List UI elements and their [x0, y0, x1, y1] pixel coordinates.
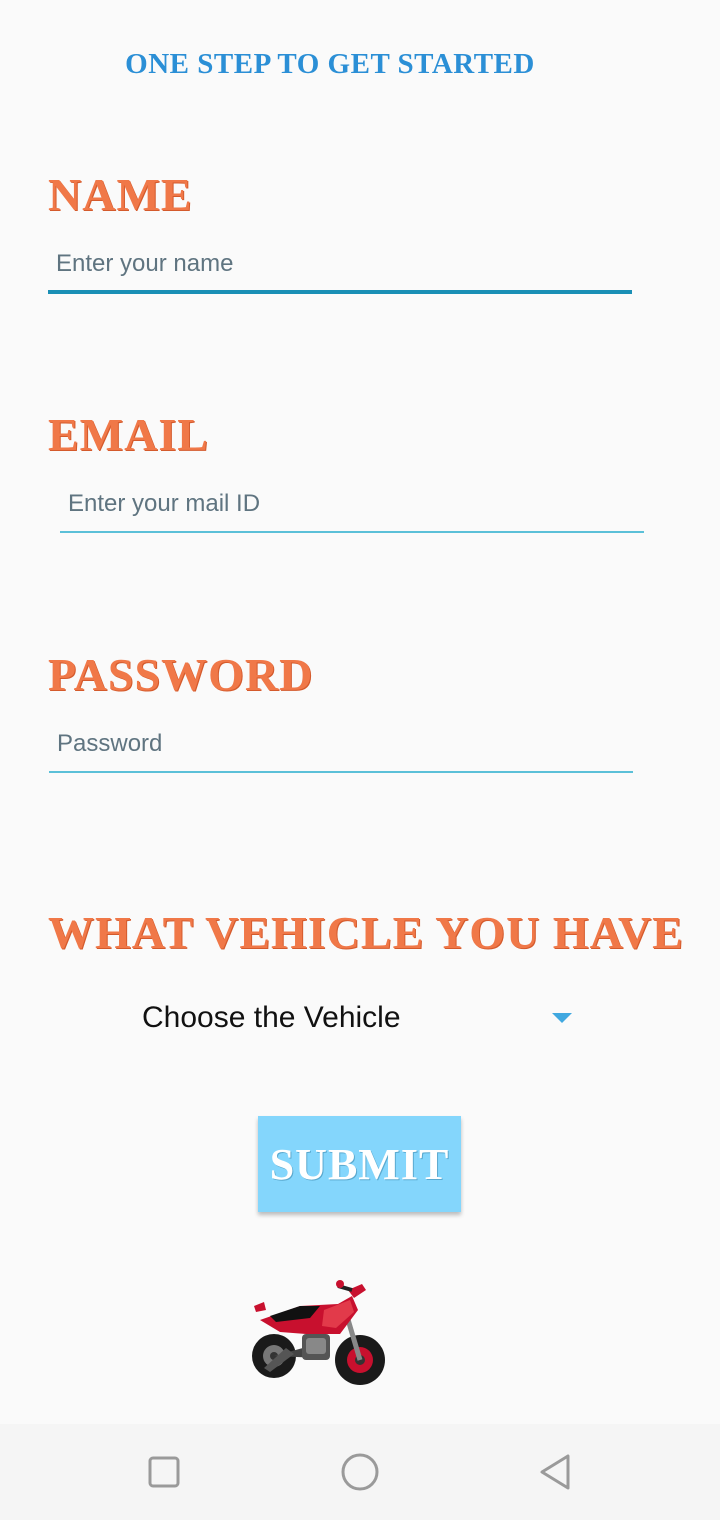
- submit-button[interactable]: SUBMIT: [258, 1116, 461, 1212]
- system-navigation-bar: [0, 1424, 720, 1520]
- email-label: Email: [48, 409, 209, 460]
- motorcycle-icon: [252, 1280, 385, 1385]
- email-input[interactable]: [60, 477, 644, 533]
- caret-down-icon: [552, 1013, 572, 1023]
- name-input[interactable]: [48, 238, 632, 294]
- vehicle-dropdown[interactable]: Choose the Vehicle: [130, 992, 590, 1044]
- password-input[interactable]: [49, 717, 633, 773]
- page-title: One Step to get started: [125, 48, 535, 80]
- square-icon[interactable]: [140, 1448, 188, 1496]
- triangle-back-icon[interactable]: [532, 1448, 580, 1496]
- vehicle-label: What vehicle you have: [48, 907, 684, 958]
- vehicle-dropdown-value: Choose the Vehicle: [142, 1001, 401, 1034]
- name-label: Name: [48, 169, 193, 220]
- password-label: Password: [48, 649, 314, 700]
- circle-icon[interactable]: [336, 1448, 384, 1496]
- registration-screen: One Step to get started Name Email Passw…: [0, 0, 720, 1520]
